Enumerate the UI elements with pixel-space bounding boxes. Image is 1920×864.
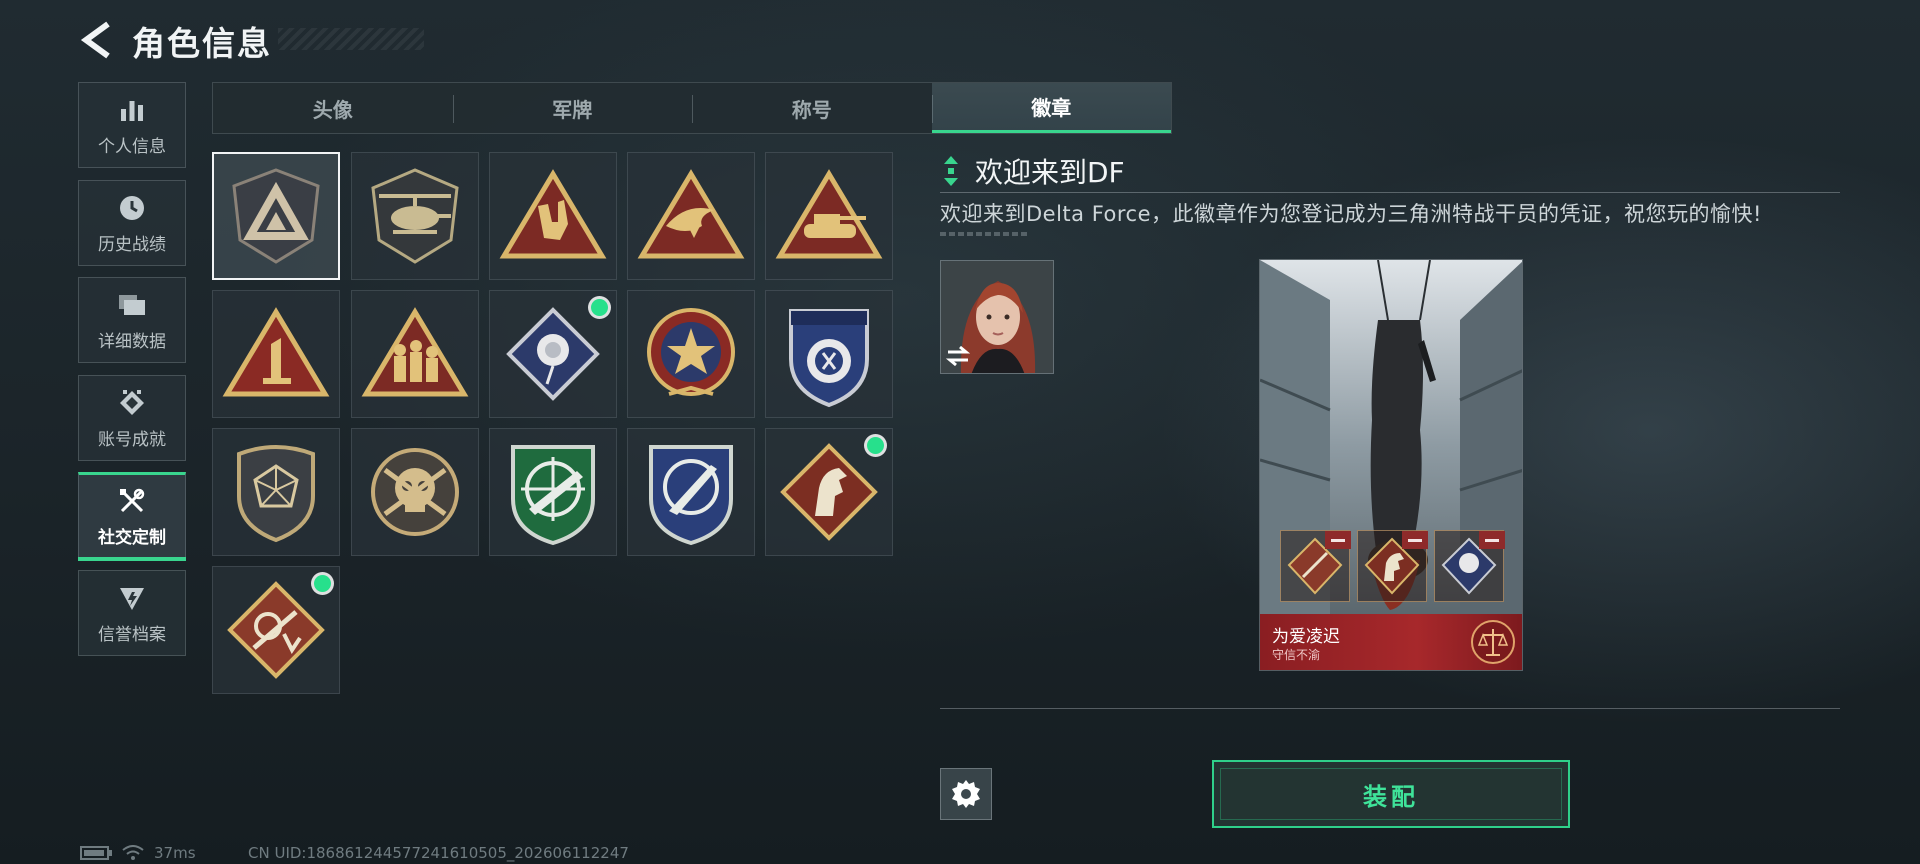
badge-cell[interactable] [765,428,893,556]
badge-slot-1[interactable] [1280,530,1351,602]
new-indicator-dot [314,575,331,592]
achievement-icon [115,387,149,419]
character-subtitle: 守信不渝 [1272,648,1321,662]
sidebar-item-detailed-data[interactable]: 详细数据 [78,277,186,363]
green-rifle-badge-icon [511,445,595,546]
tab-badge[interactable]: 徽章 [931,83,1171,133]
sidebar-item-credit-record[interactable]: 信誉档案 [78,570,186,656]
badge-cell[interactable] [351,290,479,418]
sidebar-item-match-history[interactable]: 历史战绩 [78,180,186,266]
wifi-icon [122,845,144,860]
new-indicator-dot [867,437,884,454]
description-decoration [940,232,1028,236]
ping-text: 37ms [154,844,196,862]
helicopter-badge-icon [371,168,459,264]
character-nameplate: 为爱凌迟 守信不渝 [1260,614,1522,670]
badge-detail-description: 欢迎来到Delta Force，此徽章作为您登记成为三角洲特战干员的凭证，祝您玩… [940,202,1762,226]
status-bar: 37ms [80,844,196,862]
badge-cell[interactable] [765,152,893,280]
tools-icon [115,485,149,517]
sidebar-item-label: 详细数据 [98,331,166,352]
rifle-music-badge-icon [227,581,325,679]
d20-shield-badge-icon [237,445,315,543]
title-decoration [278,28,424,50]
operator-rappelling-image [1260,260,1522,670]
folder-icon [115,289,149,321]
sidebar-item-label: 信誉档案 [98,624,166,645]
back-button[interactable] [78,18,114,62]
badge-detail-title: 欢迎来到DF [975,156,1125,189]
badge-cell[interactable] [627,290,755,418]
category-tab-bar: 头像 军牌 称号 徽章 [212,82,1172,134]
settings-button[interactable] [940,768,992,820]
bird-badge-icon [637,169,745,259]
badge-cell[interactable] [212,290,340,418]
tab-avatar[interactable]: 头像 [213,83,453,133]
divider [940,708,1840,709]
divider [940,192,1840,193]
sidebar-item-label: 历史战绩 [98,234,166,255]
remove-badge-button[interactable] [1479,531,1505,549]
soldiers-badge-icon [361,307,469,397]
sidebar-item-achievements[interactable]: 账号成就 [78,375,186,461]
horse-badge-icon [780,443,878,541]
clock-icon [115,192,149,224]
remove-badge-button[interactable] [1325,531,1351,549]
character-title: 为爱凌迟 [1272,627,1340,647]
badge-cell[interactable] [212,428,340,556]
badge-slot-2[interactable] [1357,530,1428,602]
player-uid: CN UID:186861244577241610505_20260611224… [248,844,629,862]
bar-chart-icon [115,94,149,126]
remove-badge-button[interactable] [1402,531,1428,549]
sidebar-item-label: 账号成就 [98,429,166,450]
sidebar-item-personal-info[interactable]: 个人信息 [78,82,186,168]
new-indicator-dot [591,299,608,316]
badge-cell[interactable] [489,290,617,418]
badge-cell[interactable] [212,152,340,280]
blue-wing-badge-icon [789,309,869,408]
tab-title[interactable]: 称号 [692,83,932,133]
badge-cell[interactable] [351,428,479,556]
back-arrow-icon [80,21,110,59]
tank-badge-icon [775,169,883,259]
tab-dog-tag[interactable]: 军牌 [452,83,693,133]
sidebar-item-label: 社交定制 [98,527,166,548]
rock-hand-badge-icon [499,169,607,259]
battery-icon [80,846,112,860]
badge-cell[interactable] [489,428,617,556]
badge-cell[interactable] [627,428,755,556]
badge-cell[interactable] [489,152,617,280]
rose-badge-icon [506,307,600,401]
blue-knife-badge-icon [649,445,733,546]
badge-cell[interactable] [212,566,340,694]
equip-button[interactable]: 装配 [1212,760,1570,828]
credit-icon [115,582,149,614]
justice-scale-icon [1471,620,1515,664]
badge-slot-3[interactable] [1434,530,1505,602]
badge-cell[interactable] [765,290,893,418]
skull-target-badge-icon [371,448,459,536]
number-one-badge-icon [222,307,330,397]
gear-icon [952,780,980,808]
title-marker-icon [944,156,958,186]
star-shield-badge-icon [647,308,735,396]
page-title: 角色信息 [132,24,272,63]
badge-cell[interactable] [627,152,755,280]
sidebar-item-social-customization[interactable]: 社交定制 [78,472,186,561]
delta-triangle-badge-icon [232,168,320,264]
character-showcase-card: 为爱凌迟 守信不渝 [1259,259,1523,671]
badge-cell[interactable] [351,152,479,280]
swap-icon[interactable] [944,344,972,368]
sidebar-item-label: 个人信息 [98,136,166,157]
